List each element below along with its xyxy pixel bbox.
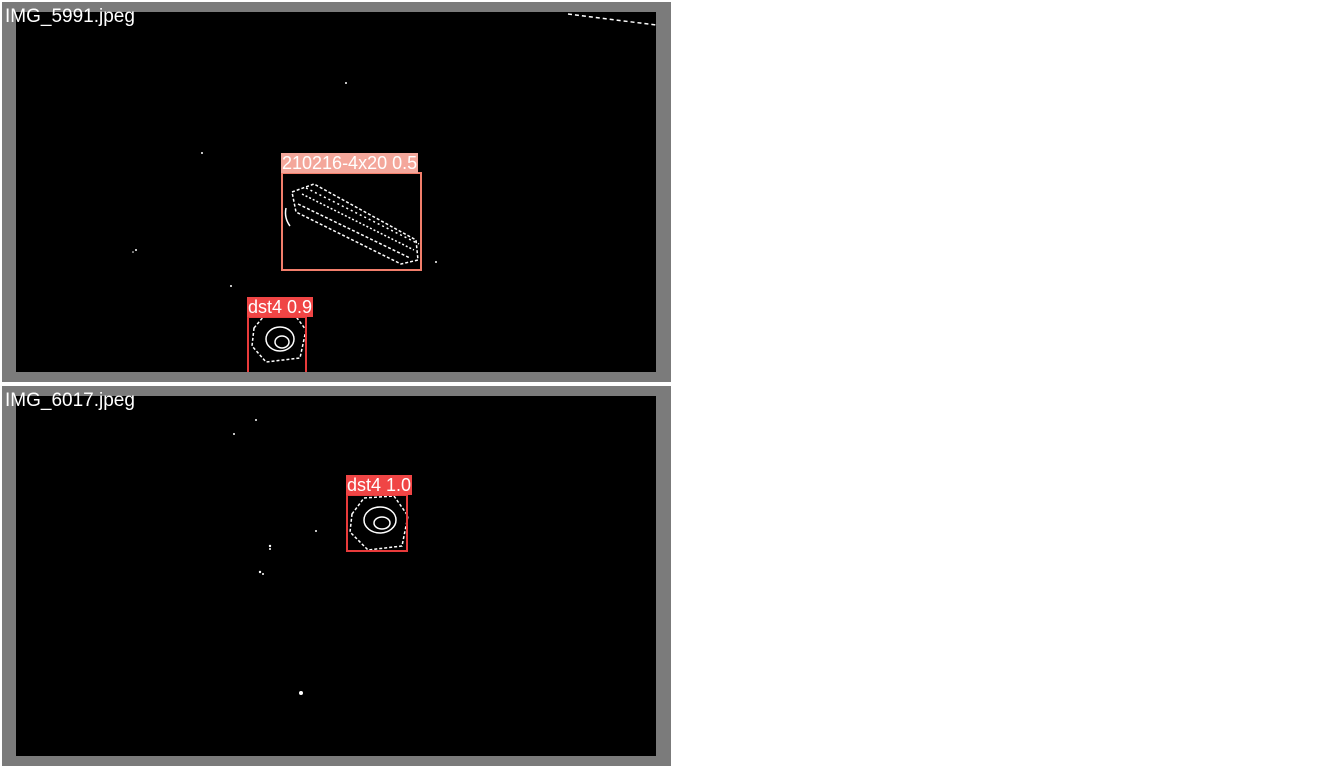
image-panel-1: IMG_5991.jpeg 210216-4x20 0.5 dst4 0.9 (2, 2, 671, 382)
edge-image: 210216-4x20 0.5 dst4 0.9 (16, 12, 656, 372)
image-filename: IMG_6017.jpeg (5, 390, 135, 411)
detection-label-screw: 210216-4x20 0.5 (281, 153, 419, 173)
detection-label-nut: dst4 1.0 (346, 475, 413, 495)
detection-box-nut[interactable] (247, 316, 307, 372)
edge-detail-art (233, 419, 409, 695)
image-filename: IMG_5991.jpeg (5, 6, 135, 27)
image-panel-2: IMG_6017.jpeg dst4 1.0 (2, 386, 671, 766)
detection-box-screw[interactable] (281, 172, 422, 271)
detection-label-nut: dst4 0.9 (247, 297, 314, 317)
edge-image: dst4 1.0 (16, 396, 656, 756)
detection-box-nut[interactable] (346, 494, 408, 552)
